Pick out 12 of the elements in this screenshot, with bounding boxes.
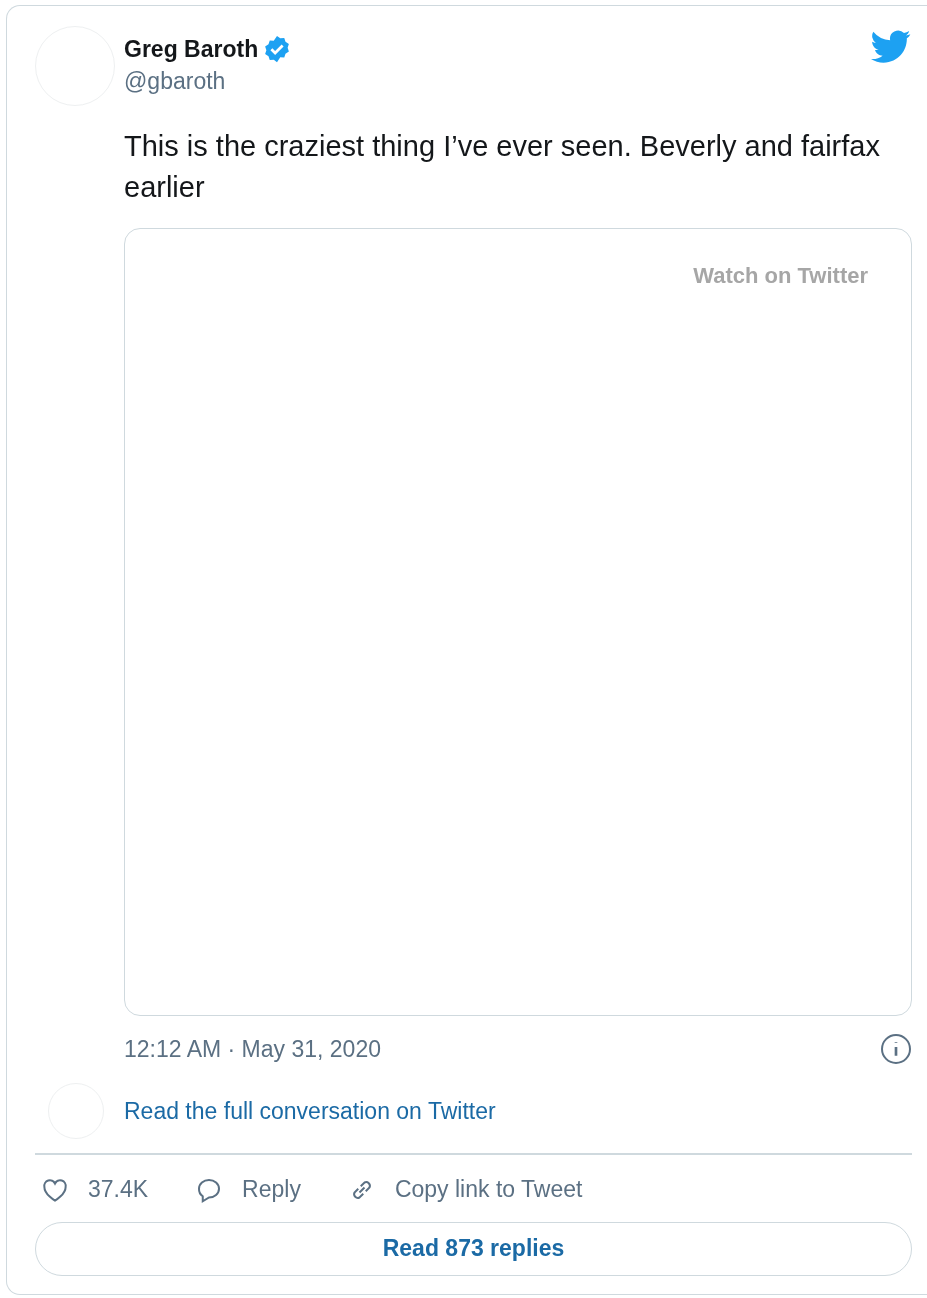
conversation-link[interactable]: Read the full conversation on Twitter xyxy=(124,1097,496,1125)
read-replies-button[interactable]: Read 873 replies xyxy=(35,1221,912,1276)
like-action[interactable]: 37.4K xyxy=(40,1174,149,1205)
info-icon[interactable] xyxy=(880,1033,912,1065)
watch-label: Watch on Twitter xyxy=(693,263,868,289)
author-handle[interactable]: @gbaroth xyxy=(124,68,912,95)
author-name[interactable]: Greg Baroth xyxy=(124,35,259,63)
copy-action[interactable]: Copy link to Tweet xyxy=(346,1174,583,1205)
timestamp[interactable]: 12:12 AM · May 31, 2020 xyxy=(124,1035,381,1063)
bird-icon xyxy=(871,30,911,64)
reply-action[interactable]: Reply xyxy=(194,1174,301,1205)
tweet-text: This is the craziest thing I’ve ever seen. Beverly and fairfax earlier xyxy=(124,129,881,205)
